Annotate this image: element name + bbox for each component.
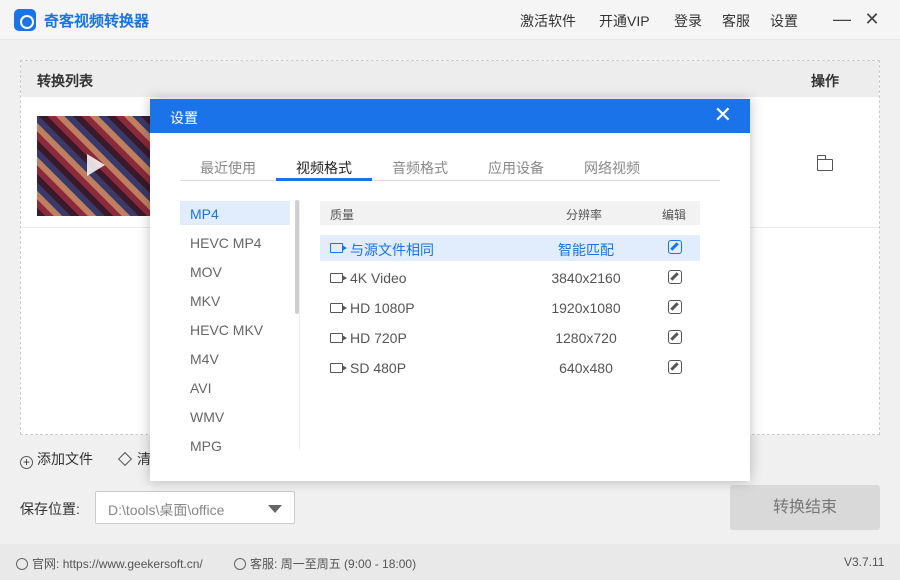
headset-icon [234, 558, 246, 570]
plus-icon: + [20, 456, 33, 469]
quality-row[interactable]: 4K Video 3840x2160 [320, 265, 700, 291]
quality-resolution: 640x480 [559, 360, 613, 376]
minimize-button[interactable]: — [832, 8, 852, 30]
edit-icon[interactable] [668, 330, 682, 344]
video-icon [330, 333, 347, 343]
video-icon [330, 303, 347, 313]
convert-button[interactable]: 转换结束 [730, 485, 880, 530]
quality-row[interactable]: SD 480P 640x480 [320, 355, 700, 381]
format-item-mkv[interactable]: MKV [180, 288, 290, 312]
quality-name: 与源文件相同 [350, 242, 434, 258]
quality-resolution: 智能匹配 [558, 242, 614, 258]
format-item-mov[interactable]: MOV [180, 259, 290, 283]
tab-video-format[interactable]: 视频格式 [276, 158, 372, 181]
quality-resolution: 1920x1080 [551, 300, 621, 316]
tab-audio-format[interactable]: 音频格式 [372, 158, 468, 178]
dropdown-arrow-icon [268, 505, 282, 513]
format-item-mp4[interactable]: MP4 [180, 201, 290, 225]
title-bar: 奇客视频转换器 激活软件 开通VIP 登录 客服 设置 — ✕ [0, 0, 900, 40]
quality-column: 质量 [330, 208, 355, 222]
format-item-avi[interactable]: AVI [180, 375, 290, 399]
format-item-m4v[interactable]: M4V [180, 346, 290, 370]
video-icon [330, 363, 347, 373]
menu-vip[interactable]: 开通VIP [599, 11, 650, 31]
edit-icon[interactable] [668, 240, 682, 254]
quality-name: 4K Video [350, 270, 407, 286]
panel-divider [299, 200, 300, 450]
list-header: 转换列表 操作 [21, 61, 879, 97]
service-label: 客服: [250, 557, 278, 571]
video-thumbnail[interactable] [37, 116, 153, 216]
resolution-column: 分辨率 [566, 208, 603, 222]
quality-row[interactable]: HD 720P 1280x720 [320, 325, 700, 351]
save-location-select[interactable]: D:\tools\桌面\office [95, 491, 295, 524]
website-label: 官网: [32, 557, 60, 571]
app-logo-icon [14, 9, 36, 31]
quality-name: HD 720P [350, 330, 407, 346]
dialog-header: 设置 ✕ [150, 99, 750, 133]
edit-icon[interactable] [668, 360, 682, 374]
format-item-hevc-mkv[interactable]: HEVC MKV [180, 317, 290, 341]
list-title: 转换列表 [37, 73, 93, 89]
app-title: 奇客视频转换器 [44, 13, 150, 30]
add-file-button[interactable]: + 添加文件 [20, 449, 93, 469]
globe-icon [16, 558, 28, 570]
format-item-hevc-mp4[interactable]: HEVC MP4 [180, 230, 290, 254]
menu-settings[interactable]: 设置 [770, 11, 798, 31]
service-hours: 周一至周五 (9:00 - 18:00) [280, 557, 417, 571]
quality-resolution: 1280x720 [555, 330, 617, 346]
close-window-button[interactable]: ✕ [862, 8, 882, 30]
action-column-title: 操作 [811, 73, 839, 89]
quality-table-header: 质量 分辨率 编辑 [320, 201, 700, 225]
quality-resolution: 3840x2160 [551, 270, 621, 286]
version-label: V3.7.11 [844, 555, 885, 569]
tab-recent[interactable]: 最近使用 [180, 158, 276, 178]
save-location-label: 保存位置: [20, 501, 80, 517]
video-icon [330, 273, 347, 283]
settings-dialog: 设置 ✕ 最近使用 视频格式 音频格式 应用设备 网络视频 MP4 HEVC M… [150, 99, 750, 481]
add-file-label: 添加文件 [37, 451, 93, 467]
menu-support[interactable]: 客服 [722, 11, 750, 31]
quality-row[interactable]: HD 1080P 1920x1080 [320, 295, 700, 321]
status-bar: 官网: https://www.geekersoft.cn/ 客服: 周一至周五… [0, 544, 900, 580]
format-tabs: 最近使用 视频格式 音频格式 应用设备 网络视频 [180, 155, 720, 181]
dialog-title: 设置 [170, 110, 198, 126]
quality-name: SD 480P [350, 360, 407, 376]
folder-icon[interactable] [816, 155, 833, 171]
clear-list-button[interactable]: 清 [117, 449, 151, 469]
menu-activate[interactable]: 激活软件 [520, 11, 576, 31]
service-info: 客服: 周一至周五 (9:00 - 18:00) [234, 555, 416, 572]
website-link[interactable]: https://www.geekersoft.cn/ [63, 557, 203, 571]
tab-devices[interactable]: 应用设备 [468, 158, 564, 178]
edit-column: 编辑 [662, 208, 687, 222]
dialog-close-button[interactable]: ✕ [714, 103, 732, 127]
edit-icon[interactable] [668, 300, 682, 314]
tab-web-video[interactable]: 网络视频 [564, 158, 660, 178]
website-info: 官网: https://www.geekersoft.cn/ [16, 555, 203, 572]
quality-row[interactable]: 与源文件相同 智能匹配 [320, 235, 700, 261]
eraser-icon [117, 451, 133, 467]
format-item-wmv[interactable]: WMV [180, 404, 290, 428]
clear-label: 清 [137, 451, 151, 467]
edit-icon[interactable] [668, 270, 682, 284]
menu-login[interactable]: 登录 [674, 11, 702, 31]
format-list: MP4 HEVC MP4 MOV MKV HEVC MKV M4V AVI WM… [180, 200, 292, 454]
format-item-mpg[interactable]: MPG [180, 433, 290, 457]
quality-name: HD 1080P [350, 300, 415, 316]
save-path-value: D:\tools\桌面\office [108, 502, 225, 518]
video-icon [330, 243, 347, 253]
